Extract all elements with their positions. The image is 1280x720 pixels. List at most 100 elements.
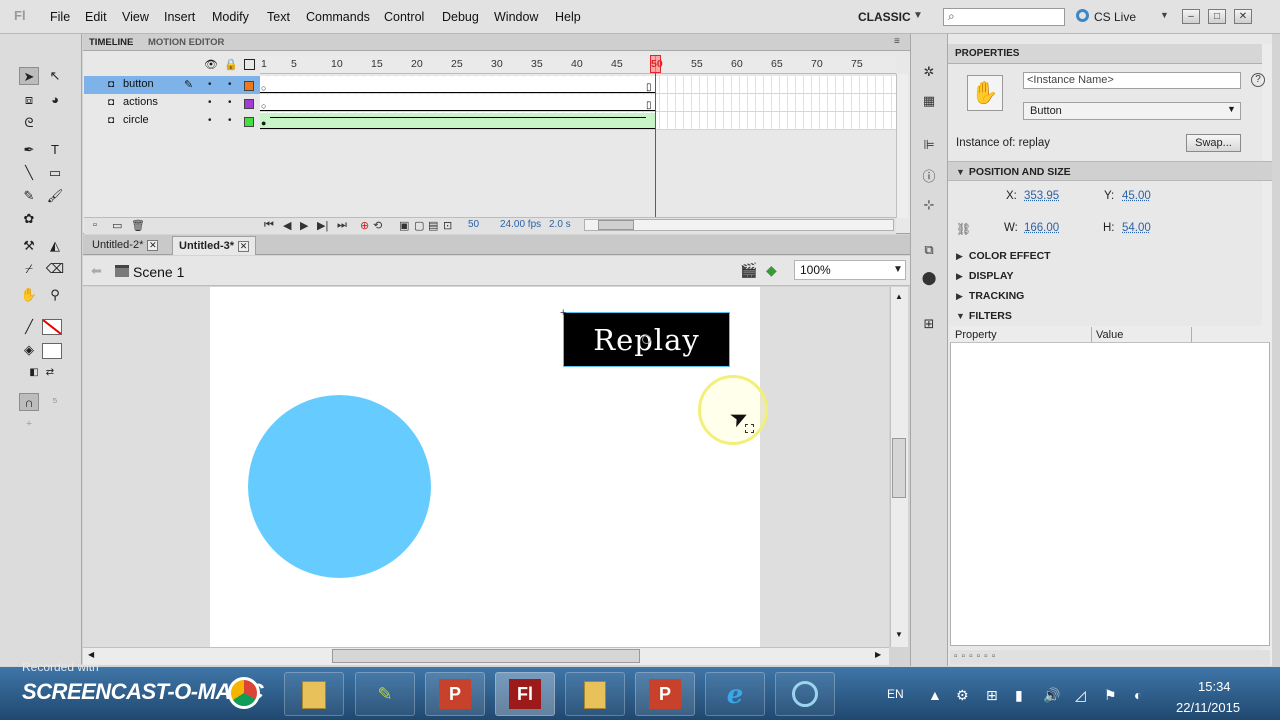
symbol-type-select[interactable]: Button xyxy=(1023,102,1241,120)
clock-date[interactable]: 22/11/2015 xyxy=(1176,700,1240,715)
frame-span[interactable] xyxy=(260,95,656,111)
layer-name[interactable]: circle xyxy=(123,114,149,126)
back-arrow-icon[interactable]: ⬅ xyxy=(91,263,102,279)
hand-tool-icon[interactable]: ✋ xyxy=(19,286,39,304)
stage-hscroll-thumb[interactable] xyxy=(332,649,640,663)
help-search-input[interactable] xyxy=(943,8,1065,26)
clock-time[interactable]: 15:34 xyxy=(1198,679,1231,694)
lock-dot[interactable]: • xyxy=(228,97,232,108)
line-tool-icon[interactable]: ╲ xyxy=(19,164,39,182)
snap-to-objects-icon[interactable]: ∩ xyxy=(19,393,39,411)
help-icon[interactable]: ? xyxy=(1251,73,1265,87)
layer-name[interactable]: actions xyxy=(123,96,158,108)
filters-table[interactable] xyxy=(950,326,1270,646)
filters-toolbar-icons[interactable]: ▫▫▫▫▫▫ xyxy=(954,651,999,662)
column-property[interactable]: Property xyxy=(955,329,997,341)
visibility-dot[interactable]: • xyxy=(208,115,212,126)
section-position-size[interactable]: ▼ POSITION AND SIZE xyxy=(948,161,1272,181)
swap-button[interactable]: Swap... xyxy=(1186,134,1241,152)
x-value[interactable]: 353.95 xyxy=(1024,190,1059,202)
power-icon[interactable]: ▮ xyxy=(1015,687,1023,704)
flag-icon[interactable]: ⚑ xyxy=(1104,687,1117,704)
app2-taskbar-button[interactable] xyxy=(775,672,835,716)
tab-properties[interactable]: PROPERTIES xyxy=(955,48,1019,59)
section-filters[interactable]: ▼ FILTERS xyxy=(948,306,1272,326)
menu-debug[interactable]: Debug xyxy=(442,10,479,24)
menu-view[interactable]: View xyxy=(122,10,149,24)
scroll-left-icon[interactable]: ◀ xyxy=(88,650,94,659)
paint-bucket-tool-icon[interactable]: ◭ xyxy=(45,237,65,255)
swatches-icon[interactable]: ▦ xyxy=(920,93,938,109)
signal-icon[interactable]: ◿ xyxy=(1075,687,1086,704)
doc-tab-untitled-2[interactable]: Untitled-2* ✕ xyxy=(86,236,164,255)
rectangle-tool-icon[interactable]: ▭ xyxy=(45,164,65,182)
scroll-up-icon[interactable]: ▲ xyxy=(895,292,903,301)
edit-multiple-icon[interactable]: ▤ xyxy=(428,219,438,232)
align-icon[interactable]: ⊫ xyxy=(920,137,938,153)
menu-text[interactable]: Text xyxy=(267,10,290,24)
pencil-tool-icon[interactable]: ✎ xyxy=(19,187,39,205)
menu-file[interactable]: File xyxy=(50,10,70,24)
step-back-icon[interactable]: ◀ xyxy=(283,219,291,232)
color-icon[interactable]: ⬤ xyxy=(920,270,938,286)
lasso-tool-icon[interactable]: ᘓ xyxy=(19,114,39,132)
loop-icon[interactable]: ⟲ xyxy=(373,219,382,232)
onion-skin-icon[interactable]: ▣ xyxy=(399,219,409,232)
lock-icon[interactable]: 🔒 xyxy=(224,58,238,71)
edit-scene-icon[interactable]: 🎬 xyxy=(740,262,757,279)
fill-color-swatch[interactable] xyxy=(42,343,62,359)
section-color-effect[interactable]: ▶ COLOR EFFECT xyxy=(948,246,1272,266)
panel-menu-icon[interactable]: ≡ xyxy=(894,36,900,47)
zoom-tool-icon[interactable]: ⚲ xyxy=(45,286,65,304)
bone-tool-icon[interactable]: ⚒ xyxy=(19,237,39,255)
language-indicator[interactable]: EN xyxy=(887,687,904,701)
onion-outlines-icon[interactable]: ▢ xyxy=(414,219,424,232)
components-icon[interactable]: ⧉ xyxy=(920,242,938,258)
layer-outline-color[interactable] xyxy=(244,99,254,109)
h-value[interactable]: 54.00 xyxy=(1122,222,1151,234)
scene-label[interactable]: Scene 1 xyxy=(133,264,184,280)
show-hidden-icons-icon[interactable]: ▲ xyxy=(928,687,942,703)
menu-control[interactable]: Control xyxy=(384,10,424,24)
frame-span[interactable] xyxy=(260,77,656,93)
info-icon[interactable]: ⓘ xyxy=(920,166,938,184)
powerpoint-taskbar-button[interactable]: P xyxy=(425,672,485,716)
visibility-dot[interactable]: • xyxy=(208,97,212,108)
free-transform-tool-icon[interactable]: ⧈ xyxy=(19,91,39,109)
layer-outline-color[interactable] xyxy=(244,81,254,91)
cloud-icon[interactable]: ◐ xyxy=(1134,687,1142,703)
doc-tab-untitled-3[interactable]: Untitled-3* ✕ xyxy=(172,236,256,255)
center-frame-icon[interactable]: ⊕ xyxy=(360,219,369,232)
volume-icon[interactable]: 🔊 xyxy=(1043,687,1060,704)
text-tool-icon[interactable]: T xyxy=(45,141,65,159)
timeline-vscroll[interactable] xyxy=(896,74,908,218)
menu-modify[interactable]: Modify xyxy=(212,10,249,24)
stroke-color-swatch[interactable] xyxy=(42,319,62,335)
new-layer-icon[interactable]: ▫ xyxy=(93,219,97,231)
ie-taskbar-button[interactable]: ℯ xyxy=(705,672,765,716)
column-value[interactable]: Value xyxy=(1096,329,1123,341)
section-display[interactable]: ▶ DISPLAY xyxy=(948,266,1272,286)
menu-insert[interactable]: Insert xyxy=(164,10,195,24)
eyedropper-tool-icon[interactable]: ⌿ xyxy=(19,260,39,278)
stage-vscroll-thumb[interactable] xyxy=(892,438,906,498)
lock-dot[interactable]: • xyxy=(228,79,232,90)
maximize-button[interactable]: □ xyxy=(1208,9,1226,24)
pen-tool-icon[interactable]: ✒ xyxy=(19,141,39,159)
onion-markers-icon[interactable]: ⊡ xyxy=(443,219,452,232)
close-icon[interactable]: ✕ xyxy=(147,240,159,251)
y-value[interactable]: 45.00 xyxy=(1122,190,1151,202)
visibility-dot[interactable]: • xyxy=(208,79,212,90)
menu-commands[interactable]: Commands xyxy=(306,10,370,24)
fill-color-icon[interactable]: ◈ xyxy=(19,341,39,359)
powerpoint2-taskbar-button[interactable]: P xyxy=(635,672,695,716)
minimize-button[interactable]: – xyxy=(1182,9,1200,24)
transform-icon[interactable]: ⊹ xyxy=(920,197,938,213)
lock-dot[interactable]: • xyxy=(228,115,232,126)
windows-icon[interactable]: ⊞ xyxy=(986,687,998,704)
menu-window[interactable]: Window xyxy=(494,10,538,24)
scroll-right-icon[interactable]: ▶ xyxy=(875,650,881,659)
chevron-down-icon[interactable]: ▼ xyxy=(913,10,923,21)
subselection-tool-icon[interactable]: ↖ xyxy=(45,67,65,85)
close-button[interactable]: ✕ xyxy=(1234,9,1252,24)
